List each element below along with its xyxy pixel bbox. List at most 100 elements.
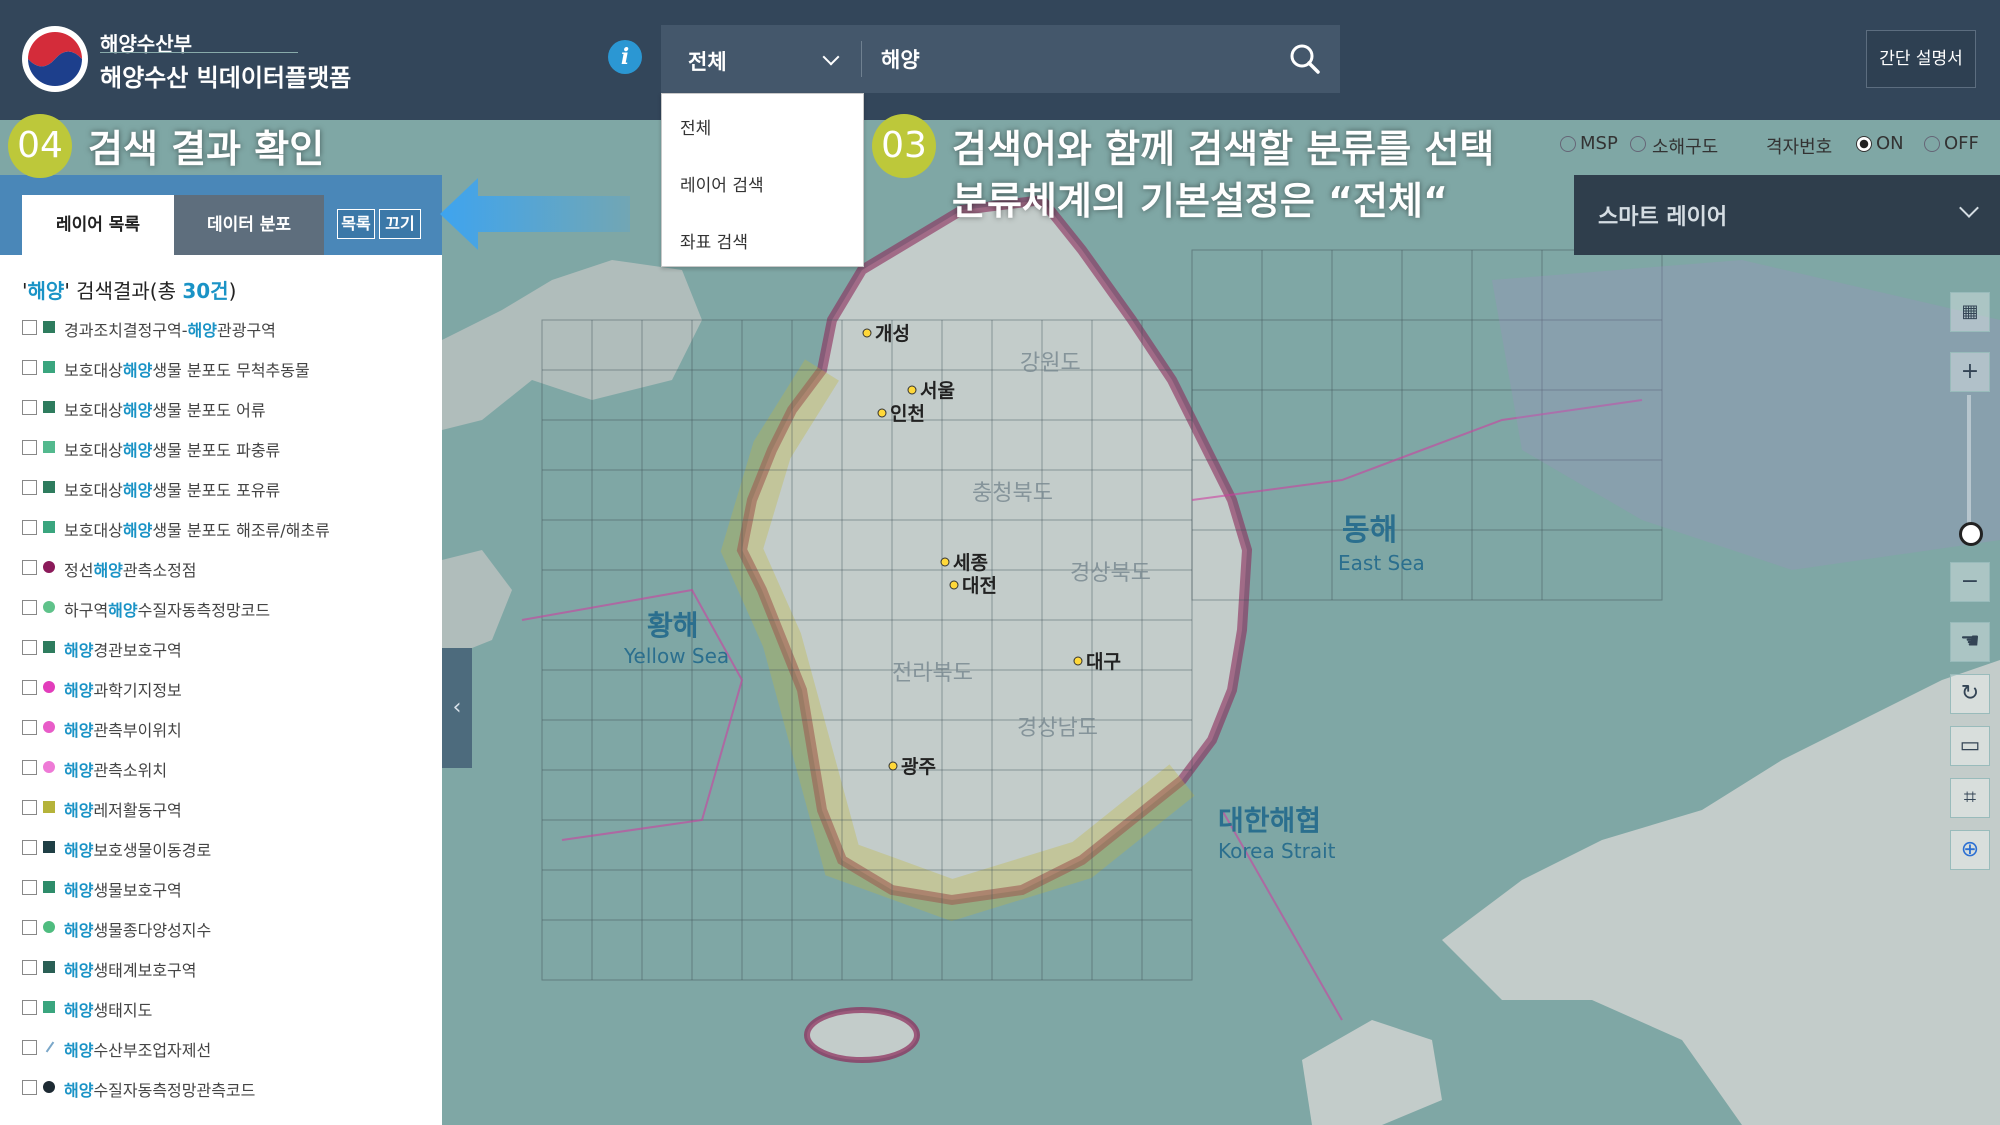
- layer-checkbox[interactable]: [22, 800, 37, 815]
- subgrid-label: 소해구도: [1652, 137, 1719, 158]
- layer-checkbox[interactable]: [22, 960, 37, 975]
- search-category-select[interactable]: 전체: [661, 25, 861, 93]
- layer-symbol-icon: [43, 841, 55, 853]
- layer-name: 해양생태지도: [64, 997, 152, 1021]
- measure-distance-icon[interactable]: ▭: [1950, 726, 1990, 766]
- smart-layer-label: 스마트 레이어: [1598, 205, 1728, 230]
- pan-tool-icon[interactable]: ☚: [1950, 622, 1990, 662]
- layer-checkbox[interactable]: [22, 440, 37, 455]
- layer-name: 경과조치결정구역-해양관광구역: [64, 317, 276, 341]
- dropdown-option-coordinate-search[interactable]: 좌표 검색: [680, 228, 748, 253]
- layer-name-keyword: 해양: [64, 1041, 94, 1060]
- subgrid-radio[interactable]: [1630, 136, 1646, 152]
- quick-guide-button[interactable]: 간단 설명서: [1866, 30, 1976, 88]
- layer-name-keyword: 해양: [64, 681, 94, 700]
- grid-view-icon[interactable]: ▦: [1950, 292, 1990, 332]
- layer-name-keyword: 해양: [64, 841, 94, 860]
- layer-name-prefix: 보호대상: [64, 441, 123, 460]
- layer-name: 정선해양관측소정점: [64, 557, 197, 581]
- layer-checkbox[interactable]: [22, 920, 37, 935]
- search-icon[interactable]: [1289, 43, 1321, 75]
- map-label-korea-strait-en: Korea Strait: [1218, 839, 1336, 863]
- layer-name-keyword: 해양: [108, 601, 138, 620]
- grid-off-radio[interactable]: [1924, 136, 1940, 152]
- smart-layer-panel[interactable]: 스마트 레이어: [1574, 175, 2000, 255]
- tab-data-distribution[interactable]: 데이터 분포: [174, 195, 324, 255]
- layer-symbol-icon: [43, 561, 55, 573]
- layer-checkbox[interactable]: [22, 720, 37, 735]
- layer-name-suffix: 관측소정점: [122, 561, 197, 580]
- grid-off-label: OFF: [1944, 133, 1979, 154]
- layer-checkbox[interactable]: [22, 1000, 37, 1015]
- measure-area-icon[interactable]: ⌗: [1950, 778, 1990, 818]
- dropdown-option-layer-search[interactable]: 레이어 검색: [680, 171, 764, 196]
- layer-name: 보호대상해양생물 분포도 무척추동물: [64, 357, 310, 381]
- layer-symbol-icon: [43, 1001, 55, 1013]
- grid-on-radio[interactable]: [1856, 136, 1872, 152]
- zoom-out-icon[interactable]: −: [1950, 562, 1990, 602]
- layer-checkbox[interactable]: [22, 1080, 37, 1095]
- layer-name: 하구역해양수질자동측정망코드: [64, 597, 270, 621]
- layer-name-keyword: 해양: [122, 361, 153, 380]
- map-label-yellow-sea: 황해: [647, 609, 699, 642]
- grid-on-label: ON: [1876, 133, 1904, 154]
- layer-symbol-icon: [43, 521, 55, 533]
- tab-layer-list[interactable]: 레이어 목록: [22, 195, 174, 255]
- annotation-badge-03: 03: [872, 114, 936, 178]
- refresh-icon[interactable]: ↻: [1950, 674, 1990, 714]
- msp-radio[interactable]: [1560, 136, 1576, 152]
- layer-name-keyword: 해양: [64, 961, 94, 980]
- layer-symbol-icon: [43, 721, 55, 733]
- layer-checkbox[interactable]: [22, 520, 37, 535]
- layer-checkbox[interactable]: [22, 480, 37, 495]
- layer-name-suffix: 관측소위치: [93, 761, 168, 780]
- layer-name-keyword: 해양: [64, 801, 94, 820]
- map-label-gwangju: 광주: [901, 756, 936, 778]
- collapse-panel-icon[interactable]: ‹: [442, 648, 472, 768]
- map-label-chungbuk: 충청북도: [972, 481, 1053, 506]
- layer-results-panel: 레이어 목록 데이터 분포 목록 끄기 '해양' 검색결과(총 30건) 경과조…: [0, 175, 442, 1125]
- layer-name-keyword: 해양: [122, 521, 153, 540]
- layer-checkbox[interactable]: [22, 560, 37, 575]
- layer-symbol-icon: [43, 921, 55, 933]
- layer-checkbox[interactable]: [22, 680, 37, 695]
- map-canvas[interactable]: 개성 서울 인천 세종 대전 대구 광주 강원도 충청북도 경상북도 전라북도 …: [442, 120, 2000, 1125]
- layer-checkbox[interactable]: [22, 1040, 37, 1055]
- chevron-down-icon: [1959, 198, 1979, 218]
- ministry-logo[interactable]: [20, 20, 90, 98]
- layer-checkbox[interactable]: [22, 400, 37, 415]
- layer-checkbox[interactable]: [22, 840, 37, 855]
- info-icon[interactable]: i: [608, 40, 642, 74]
- results-suffix: ): [228, 279, 237, 303]
- list-button[interactable]: 목록: [337, 209, 375, 239]
- layer-checkbox[interactable]: [22, 320, 37, 335]
- layer-name: 보호대상해양생물 분포도 포유류: [64, 477, 280, 501]
- layer-checkbox[interactable]: [22, 360, 37, 375]
- results-count: 30건: [182, 279, 229, 303]
- map-label-yellow-sea-en: Yellow Sea: [623, 644, 729, 668]
- panel-tabs: 레이어 목록 데이터 분포 목록 끄기: [0, 175, 442, 255]
- chevron-down-icon: [822, 48, 840, 66]
- layer-name-suffix: 관측부이위치: [93, 721, 182, 740]
- layer-name-keyword: 해양: [64, 721, 94, 740]
- globe-icon[interactable]: ⊕: [1950, 830, 1990, 870]
- grid-number-label: 격자번호: [1766, 137, 1833, 158]
- zoom-in-icon[interactable]: +: [1950, 352, 1990, 392]
- brand-platform-name[interactable]: 해양수산 빅데이터플랫폼: [100, 58, 351, 93]
- map-label-east-sea-en: East Sea: [1338, 551, 1425, 575]
- layer-checkbox[interactable]: [22, 880, 37, 895]
- layer-name-prefix: 하구역: [64, 601, 109, 620]
- brand-divider: [100, 52, 298, 53]
- layer-symbol-icon: [43, 681, 55, 693]
- layer-checkbox[interactable]: [22, 640, 37, 655]
- layer-name-suffix: 생물 분포도 파충류: [152, 441, 281, 460]
- map-label-daegu: 대구: [1086, 651, 1121, 673]
- turn-off-button[interactable]: 끄기: [379, 209, 421, 239]
- layer-checkbox[interactable]: [22, 600, 37, 615]
- search-input[interactable]: [881, 25, 1261, 93]
- zoom-slider-handle[interactable]: [1959, 522, 1983, 546]
- layer-checkbox[interactable]: [22, 760, 37, 775]
- map-label-east-sea: 동해: [1342, 513, 1397, 548]
- layer-name-suffix: 관광구역: [217, 321, 276, 340]
- dropdown-option-all[interactable]: 전체: [680, 114, 711, 139]
